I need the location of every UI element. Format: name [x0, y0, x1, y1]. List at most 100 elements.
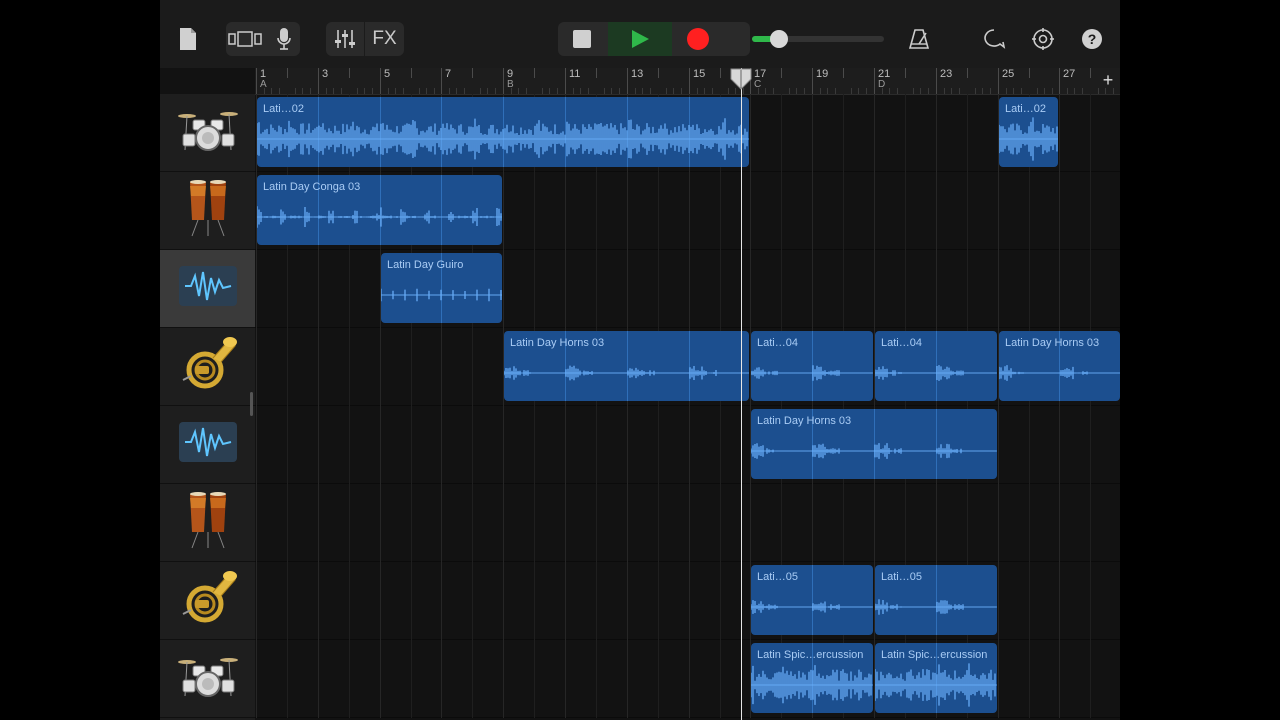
track-lane[interactable]: Lati…02 Lati…02 [255, 94, 1120, 172]
microphone-icon[interactable] [268, 22, 300, 56]
grid-line [565, 406, 566, 484]
grid-line [874, 172, 875, 250]
track-header[interactable] [160, 172, 255, 250]
track-header[interactable] [160, 406, 255, 484]
audio-region[interactable]: Latin Day Conga 03 [257, 175, 502, 245]
metronome-icon[interactable] [905, 24, 933, 54]
section-marker[interactable]: B [507, 79, 514, 90]
audio-region[interactable]: Latin Day Guiro [381, 253, 502, 323]
master-volume-slider[interactable] [752, 30, 884, 48]
track-lane[interactable]: Lati…05 Lati…05 [255, 562, 1120, 640]
track-lane[interactable]: Latin Day Horns 03 Lati…04 Lati…04 Latin Da… [255, 328, 1120, 406]
audio-region[interactable]: Latin Spic…ercussion [875, 643, 997, 713]
audio-region[interactable]: Latin Spic…ercussion [751, 643, 873, 713]
audio-region[interactable]: Latin Day Horns 03 [999, 331, 1120, 401]
grid-line [380, 640, 381, 718]
ruler-tick [534, 68, 535, 78]
grid-line [565, 562, 566, 640]
conga-icon [186, 178, 230, 243]
grid-line [689, 250, 690, 328]
ruler-tick [720, 68, 721, 78]
grid-line [411, 640, 412, 718]
track-header[interactable] [160, 484, 255, 562]
grid-line [720, 406, 721, 484]
grid-line [1059, 94, 1060, 172]
ruler-tick [1059, 68, 1060, 94]
audio-region[interactable]: Lati…04 [875, 331, 997, 401]
settings-icon[interactable] [1029, 24, 1057, 54]
mixer-icon[interactable] [326, 22, 364, 56]
section-marker[interactable]: C [754, 79, 761, 90]
stop-icon[interactable] [558, 22, 606, 56]
grid-line [349, 250, 350, 328]
volume-knob[interactable] [770, 30, 788, 48]
bar-number: 7 [445, 68, 452, 80]
waveform-path [875, 663, 996, 707]
audio-region[interactable]: Latin Day Horns 03 [751, 409, 997, 479]
track-header[interactable] [160, 562, 255, 640]
grid-line [318, 328, 319, 406]
audio-region[interactable]: Lati…02 [257, 97, 749, 167]
grid-line [349, 562, 350, 640]
region-waveform [257, 206, 502, 228]
audio-region[interactable]: Lati…05 [751, 565, 873, 635]
fx-button[interactable]: FX [365, 22, 404, 56]
track-lane[interactable]: Latin Day Horns 03 [255, 406, 1120, 484]
french-horn-icon-graphic [182, 571, 237, 623]
track-header[interactable] [160, 328, 255, 406]
grid-line [627, 562, 628, 640]
track-headers [160, 94, 255, 720]
region-waveform [751, 443, 997, 459]
track-lane[interactable]: Latin Spic…ercussion Latin Spic…ercussion [255, 640, 1120, 718]
grid-line [1090, 406, 1091, 484]
view-toggle-icon[interactable] [226, 22, 264, 56]
waveform-path [999, 365, 1120, 381]
grid-line [534, 172, 535, 250]
timeline-ruler[interactable]: 1 3 5 7 9 11 13 15 17 19 21 23 25 27 A B C D [255, 68, 1120, 95]
track-header[interactable] [160, 640, 255, 718]
grid-line [1029, 406, 1030, 484]
audio-region[interactable]: Lati…05 [875, 565, 997, 635]
audio-region[interactable]: Lati…02 [999, 97, 1058, 167]
play-icon[interactable] [608, 22, 672, 56]
grid-line [936, 94, 937, 172]
french-horn-icon-graphic [182, 337, 237, 389]
playhead-handle[interactable] [730, 68, 752, 90]
track-lane[interactable] [255, 484, 1120, 562]
grid-line [689, 640, 690, 718]
grid-line [658, 640, 659, 718]
french-horn-icon [177, 336, 239, 397]
section-marker[interactable]: A [260, 79, 267, 90]
grid-line [936, 172, 937, 250]
region-waveform [381, 288, 502, 302]
waveform-path [751, 600, 872, 614]
region-label: Lati…04 [757, 337, 798, 349]
track-header[interactable] [160, 250, 255, 328]
section-marker[interactable]: D [878, 79, 885, 90]
ruler-tick [565, 68, 566, 94]
region-label: Lati…04 [881, 337, 922, 349]
grid-line [349, 640, 350, 718]
grid-line [411, 562, 412, 640]
help-icon[interactable]: ? [1078, 24, 1106, 54]
grid-line [596, 406, 597, 484]
region-label: Lati…02 [263, 103, 304, 115]
grid-line [720, 172, 721, 250]
record-icon[interactable] [674, 22, 722, 56]
region-label: Latin Day Horns 03 [757, 415, 852, 427]
my-songs-icon[interactable] [176, 24, 200, 54]
grid-line [1090, 250, 1091, 328]
loop-browser-icon[interactable] [980, 24, 1008, 54]
audio-region[interactable]: Latin Day Horns 03 [504, 331, 749, 401]
track-header[interactable] [160, 94, 255, 172]
track-lane[interactable]: Latin Day Conga 03 [255, 172, 1120, 250]
region-label: Latin Spic…ercussion [881, 649, 988, 661]
grid-line [843, 250, 844, 328]
grid-line [627, 250, 628, 328]
track-lane[interactable]: Latin Day Guiro [255, 250, 1120, 328]
audio-region[interactable]: Lati…04 [751, 331, 873, 401]
track-resize-handle[interactable] [250, 392, 253, 416]
add-section-button[interactable]: + [1098, 70, 1118, 90]
drum-kit-icon-graphic [177, 112, 238, 151]
ruler-tick [781, 68, 782, 78]
